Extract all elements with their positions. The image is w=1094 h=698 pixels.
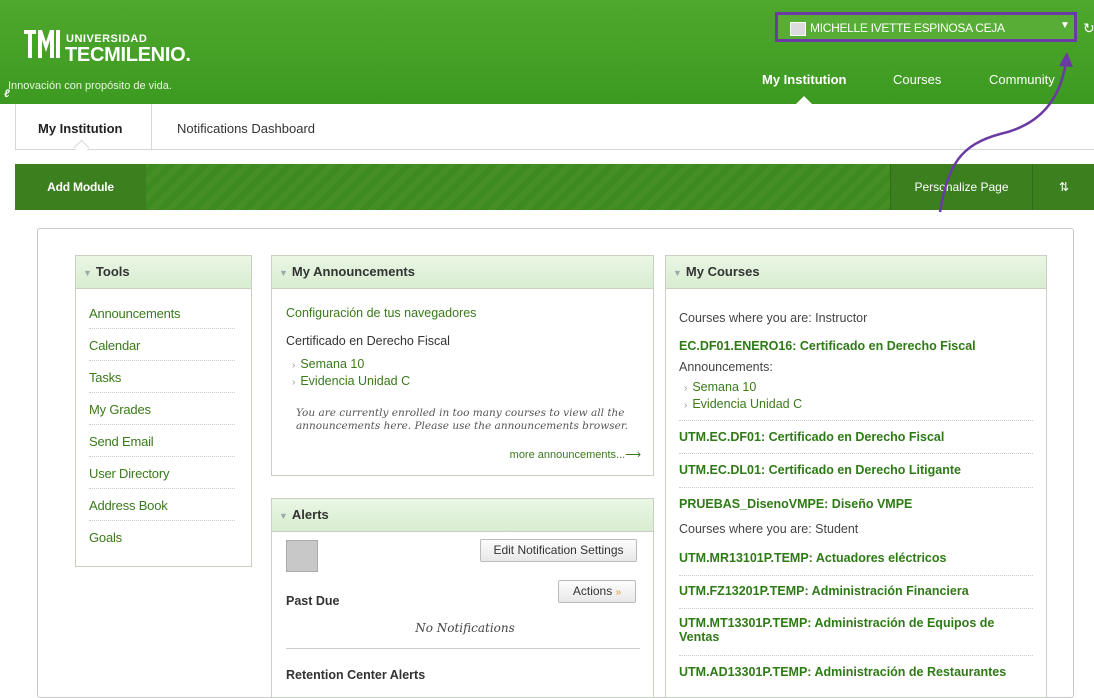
tools-module: ▼ Tools Announcements Calendar Tasks My G… xyxy=(75,255,252,567)
tagline: Innovación con propósito de vida. xyxy=(8,80,172,92)
tools-header[interactable]: ▼ Tools xyxy=(76,256,251,289)
edit-notification-settings-button[interactable]: Edit Notification Settings xyxy=(480,539,637,562)
action-bar: Add Module Personalize Page ⇅ xyxy=(15,164,1094,210)
announcement-item-label: Evidencia Unidad C xyxy=(300,374,411,388)
avatar xyxy=(286,540,318,572)
nav-active-pointer xyxy=(796,96,812,104)
course-link-utm-mt13301p[interactable]: UTM.MT13301P.TEMP: Administración de Equ… xyxy=(679,616,1033,644)
announcement-item-label: Semana 10 xyxy=(300,357,365,371)
caret-down-icon: ▼ xyxy=(1060,20,1070,31)
course-link-utm-ad13301p[interactable]: UTM.AD13301P.TEMP: Administración de Res… xyxy=(679,665,1033,679)
chevron-right-icon: › xyxy=(292,377,296,388)
collapse-triangle-icon: ▼ xyxy=(279,268,288,278)
retention-center-heading: Retention Center Alerts xyxy=(286,668,426,682)
courses-title: My Courses xyxy=(685,264,760,279)
logo-name-text: TECMILENIO. xyxy=(65,44,191,66)
tools-item-address-book[interactable]: Address Book xyxy=(89,498,235,521)
alerts-title: Alerts xyxy=(291,507,329,522)
tools-item-my-grades[interactable]: My Grades xyxy=(89,402,235,425)
sub-tabs: My Institution Notifications Dashboard xyxy=(15,104,1094,156)
tools-item-send-email[interactable]: Send Email xyxy=(89,434,235,457)
chevron-right-icon: › xyxy=(684,383,688,394)
course-announcements-label: Announcements: xyxy=(679,360,773,374)
tools-item-announcements[interactable]: Announcements xyxy=(89,306,235,329)
course-link-utm-mr13101p[interactable]: UTM.MR13101P.TEMP: Actuadores eléctricos xyxy=(679,551,1033,565)
announcement-link-browsers[interactable]: Configuración de tus navegadores xyxy=(286,306,476,320)
announcement-item-evidencia[interactable]: › Evidencia Unidad C xyxy=(292,374,410,388)
alerts-module: ▼ Alerts Edit Notification Settings Actio… xyxy=(271,498,654,698)
user-menu[interactable]: MICHELLE IVETTE ESPINOSA CEJA ▼ xyxy=(775,12,1077,42)
course-announcement-label: Semana 10 xyxy=(692,380,757,394)
course-announcement-semana-10[interactable]: › Semana 10 xyxy=(684,380,756,394)
nav-my-institution[interactable]: My Institution xyxy=(762,72,847,87)
chevron-right-icon: › xyxy=(292,360,296,371)
personalize-page-button[interactable]: Personalize Page xyxy=(890,164,1032,210)
divider xyxy=(679,655,1033,656)
announcement-item-semana-10[interactable]: › Semana 10 xyxy=(292,357,364,371)
divider xyxy=(286,648,640,649)
course-link-pruebas-disenovmpe[interactable]: PRUEBAS_DisenoVMPE: Diseño VMPE xyxy=(679,497,1033,511)
course-link-utm-fz13201p[interactable]: UTM.FZ13201P.TEMP: Administración Financ… xyxy=(679,584,1033,598)
announcements-header[interactable]: ▼ My Announcements xyxy=(272,256,653,289)
student-courses-label: Courses where you are: Student xyxy=(679,522,859,536)
logo-mark-icon xyxy=(24,30,60,58)
divider xyxy=(679,608,1033,609)
announcement-course-name: Certificado en Derecho Fiscal xyxy=(286,334,450,348)
global-header: UNIVERSIDAD TECMILENIO. ℓ Innovación con… xyxy=(0,0,1094,104)
no-notifications-text: No Notifications xyxy=(415,621,515,635)
past-due-heading: Past Due xyxy=(286,594,340,608)
tools-item-tasks[interactable]: Tasks xyxy=(89,370,235,393)
course-announcement-evidencia[interactable]: › Evidencia Unidad C xyxy=(684,397,802,411)
reorder-icon[interactable]: ⇅ xyxy=(1032,164,1094,210)
tools-title: Tools xyxy=(95,264,130,279)
collapse-triangle-icon: ▼ xyxy=(673,268,682,278)
announcements-module: ▼ My Announcements Configuración de tus n… xyxy=(271,255,654,476)
courses-header[interactable]: ▼ My Courses xyxy=(666,256,1046,289)
refresh-icon[interactable]: ↻ xyxy=(1083,20,1094,37)
course-link-utm-ec-dl01[interactable]: UTM.EC.DL01: Certificado en Derecho Liti… xyxy=(679,463,1033,477)
course-link-ec-df01-enero16[interactable]: EC.DF01.ENERO16: Certificado en Derecho … xyxy=(679,339,1033,353)
tab-divider xyxy=(151,104,152,149)
collapse-triangle-icon: ▼ xyxy=(279,511,288,521)
double-chevron-down-icon: » xyxy=(615,587,622,598)
chevron-right-icon: › xyxy=(684,400,688,411)
announcements-note: You are currently enrolled in too many c… xyxy=(296,407,629,432)
collapse-triangle-icon: ▼ xyxy=(83,268,92,278)
tools-item-goals[interactable]: Goals xyxy=(89,530,235,552)
tab-notifications-dashboard[interactable]: Notifications Dashboard xyxy=(177,121,315,136)
user-avatar-icon xyxy=(790,22,806,36)
courses-module: ▼ My Courses Courses where you are: Instr… xyxy=(665,255,1047,698)
alerts-header[interactable]: ▼ Alerts xyxy=(272,499,653,532)
divider xyxy=(679,420,1033,421)
tab-my-institution[interactable]: My Institution xyxy=(38,121,123,136)
tools-item-calendar[interactable]: Calendar xyxy=(89,338,235,361)
course-link-utm-ec-df01[interactable]: UTM.EC.DF01: Certificado en Derecho Fisc… xyxy=(679,430,1033,444)
announcements-title: My Announcements xyxy=(291,264,415,279)
divider xyxy=(679,575,1033,576)
more-announcements-link[interactable]: more announcements...⟶ xyxy=(510,448,641,461)
nav-community[interactable]: Community xyxy=(989,72,1055,87)
add-module-button[interactable]: Add Module xyxy=(15,164,146,210)
instructor-courses-label: Courses where you are: Instructor xyxy=(679,311,868,325)
actions-label: Actions xyxy=(572,584,613,598)
user-name: MICHELLE IVETTE ESPINOSA CEJA xyxy=(810,21,1005,35)
divider xyxy=(679,453,1033,454)
course-announcement-label: Evidencia Unidad C xyxy=(692,397,803,411)
actions-button[interactable]: Actions » xyxy=(558,580,636,603)
nav-courses[interactable]: Courses xyxy=(893,72,941,87)
tools-item-user-directory[interactable]: User Directory xyxy=(89,466,235,489)
divider xyxy=(679,487,1033,488)
tab-active-pointer xyxy=(73,139,90,156)
